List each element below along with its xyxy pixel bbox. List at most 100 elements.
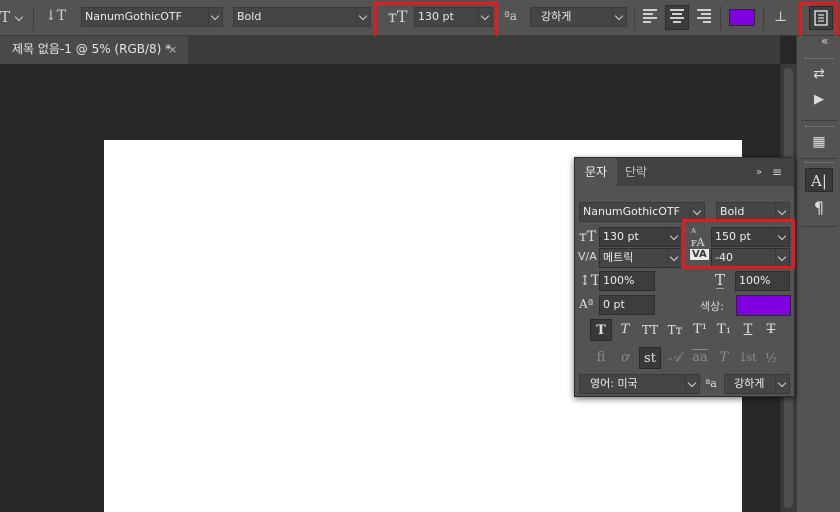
align-left-icon[interactable]: [643, 9, 659, 25]
anti-alias-icon: ªa: [504, 9, 517, 23]
anti-alias-value: 강하게: [541, 10, 572, 23]
swash-button[interactable]: 𝒜: [664, 347, 686, 369]
chevron-down-icon[interactable]: [690, 203, 704, 221]
separator: [33, 6, 34, 30]
chevron-down-icon[interactable]: [667, 228, 681, 246]
vertical-scale-icon: ↕T: [579, 273, 601, 289]
faux-bold-button[interactable]: T: [590, 319, 612, 341]
kerning-value: 메트릭: [603, 251, 634, 264]
dock-grip[interactable]: [805, 126, 833, 129]
dock-grip[interactable]: [805, 58, 833, 61]
panel-font-size-value: 130 pt: [603, 230, 639, 243]
separator: [763, 6, 764, 30]
paragraph-icon[interactable]: ¶: [805, 196, 833, 220]
stylistic-alternates-button[interactable]: aa: [689, 347, 711, 369]
history-icon[interactable]: ⇄: [805, 62, 833, 86]
panel-tab-bar: 문자 단락 » ≡: [575, 158, 794, 186]
kerning-icon: V/A: [578, 250, 597, 263]
baseline-shift-icon: Aª: [579, 297, 594, 311]
vertical-scale-field[interactable]: 100%: [599, 271, 655, 291]
panel-font-family-value: NanumGothicOTF: [583, 205, 680, 218]
leading-value: 150 pt: [715, 230, 751, 243]
document-tab-title: 제목 없음-1 @ 5% (RGB/8) *: [12, 42, 172, 56]
document-tab[interactable]: 제목 없음-1 @ 5% (RGB/8) * ×: [0, 36, 188, 64]
superscript-button[interactable]: T¹: [689, 319, 711, 341]
font-size-value: 130 pt: [418, 10, 454, 23]
strikethrough-button[interactable]: T: [760, 319, 782, 341]
ligatures-button[interactable]: fi: [590, 347, 612, 369]
chevron-down-icon[interactable]: [775, 203, 789, 221]
font-style-value: Bold: [237, 10, 262, 23]
font-family-value: NanumGothicOTF: [85, 10, 182, 23]
separator: [801, 120, 837, 121]
align-center-icon: [670, 9, 686, 25]
titling-alternates-button[interactable]: T: [713, 347, 735, 369]
panel-anti-alias-value: 강하게: [734, 377, 765, 390]
panels-toggle-button[interactable]: [809, 6, 833, 30]
character-paragraph-panels-icon: [814, 10, 828, 26]
expand-panel-icon[interactable]: »: [756, 167, 762, 178]
chevron-down-icon[interactable]: [612, 8, 626, 26]
fractions-button[interactable]: ½: [760, 347, 782, 369]
chevron-down-icon[interactable]: [775, 249, 789, 267]
close-icon[interactable]: ×: [168, 36, 177, 63]
separator: [801, 158, 837, 159]
tab-paragraph[interactable]: 단락: [615, 158, 657, 186]
character-icon[interactable]: A|: [805, 168, 833, 192]
font-style-dropdown[interactable]: Bold: [233, 7, 371, 27]
panel-color-swatch[interactable]: [736, 295, 791, 316]
character-panel: 문자 단락 » ≡ NanumGothicOTF Bold ᴛT 130 pt …: [574, 157, 795, 397]
separator: [634, 6, 635, 30]
discretionary-ligatures-button[interactable]: st: [639, 347, 661, 369]
leading-icon: ᴬ ꜰA: [691, 226, 705, 249]
font-size-icon: ᴛT: [579, 229, 597, 245]
tracking-value: -40: [715, 251, 733, 264]
baseline-shift-field[interactable]: 0 pt: [599, 295, 655, 315]
separator: [801, 226, 837, 227]
alt-ligatures-button[interactable]: ơ: [614, 347, 636, 369]
font-family-dropdown[interactable]: NanumGothicOTF: [81, 7, 223, 27]
horizontal-scale-value: 100%: [739, 274, 771, 287]
3d-icon[interactable]: ▦: [805, 130, 833, 154]
underline-button[interactable]: T: [737, 319, 759, 341]
chevron-down-icon[interactable]: [356, 8, 370, 26]
ordinals-button[interactable]: 1st: [737, 347, 759, 369]
right-dock: « ⇄ ▶ ▦ A| ¶: [796, 34, 840, 512]
tool-preset-chevron-icon[interactable]: [13, 9, 27, 27]
text-orientation-icon[interactable]: ↓T: [45, 8, 66, 24]
panel-menu-icon[interactable]: ≡: [772, 165, 782, 179]
vertical-scale-value: 100%: [603, 274, 635, 287]
anti-alias-icon: ªa: [705, 377, 717, 390]
horizontal-scale-field[interactable]: 100%: [735, 271, 790, 291]
language-dropdown[interactable]: 영어: 미국: [579, 374, 700, 394]
chevron-down-icon[interactable]: [478, 8, 492, 26]
document-tab-bar: 제목 없음-1 @ 5% (RGB/8) * ×: [0, 36, 780, 64]
horizontal-scale-icon: T̲: [715, 271, 726, 289]
color-label: 색상:: [700, 300, 724, 313]
baseline-shift-value: 0 pt: [603, 298, 625, 311]
align-right-icon[interactable]: [697, 9, 713, 25]
chevron-down-icon[interactable]: [667, 249, 681, 267]
chevron-down-icon[interactable]: [775, 228, 789, 246]
tab-character[interactable]: 문자: [575, 158, 618, 186]
panel-font-family-dropdown[interactable]: NanumGothicOTF: [579, 202, 705, 222]
font-size-icon: ᴛT: [388, 7, 408, 26]
type-tool-icon[interactable]: T: [0, 8, 10, 26]
separator: [720, 6, 721, 30]
chevron-down-icon[interactable]: [775, 375, 789, 393]
chevron-down-icon[interactable]: [208, 8, 222, 26]
chevron-down-icon[interactable]: [685, 375, 699, 393]
subscript-button[interactable]: T₁: [713, 319, 735, 341]
warp-text-icon[interactable]: ⊥: [774, 9, 787, 25]
all-caps-button[interactable]: TT: [639, 319, 661, 341]
small-caps-button[interactable]: Tт: [664, 319, 686, 341]
panel-font-style-value: Bold: [720, 205, 745, 218]
faux-italic-button[interactable]: T: [614, 319, 636, 341]
language-value: 영어: 미국: [590, 377, 638, 390]
text-color-swatch[interactable]: [729, 9, 755, 26]
collapse-panels-icon[interactable]: «: [821, 34, 828, 48]
options-bar: T ↓T NanumGothicOTF Bold ᴛT 130 pt ªa 강하…: [0, 0, 840, 41]
tracking-icon: VA: [690, 249, 709, 260]
dock-grip[interactable]: [805, 162, 833, 165]
play-icon[interactable]: ▶: [805, 88, 833, 112]
